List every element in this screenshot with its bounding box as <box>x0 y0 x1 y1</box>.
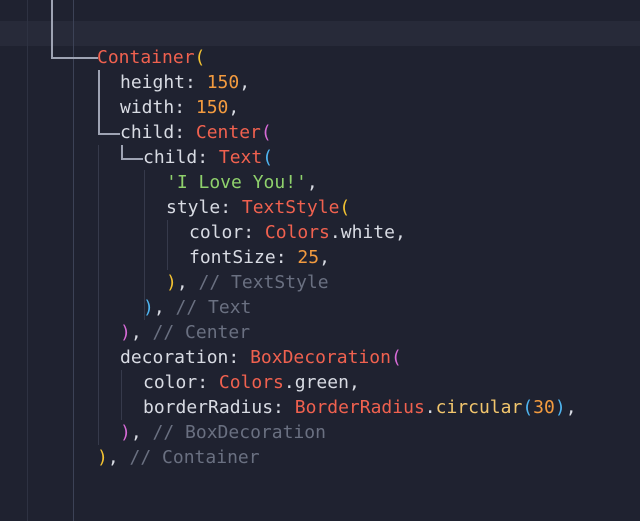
indent-guide <box>167 220 168 270</box>
code-editor[interactable]: Container( height: 150, width: 150, chil… <box>0 0 640 521</box>
indent-guide <box>27 0 28 521</box>
code-line: ), // Container <box>97 447 260 468</box>
code-line: ), // TextStyle <box>166 272 329 293</box>
indent-guide <box>73 0 74 521</box>
code-line: style: TextStyle( <box>166 197 351 218</box>
code-line: 'I Love You!', <box>166 172 318 193</box>
indent-guide <box>98 145 99 445</box>
code-line: ), // BoxDecoration <box>120 422 326 443</box>
code-line: ), // Text <box>143 297 252 318</box>
code-line: color: Colors.green, <box>143 372 360 393</box>
code-line: ), // Center <box>120 322 251 343</box>
code-line: fontSize: 25, <box>189 247 330 268</box>
code-line: decoration: BoxDecoration( <box>120 347 402 368</box>
indent-guide <box>121 370 122 420</box>
code-line: child: Center( <box>120 122 272 143</box>
code-line: borderRadius: BorderRadius.circular(30), <box>143 397 577 418</box>
code-line: Container( <box>97 47 206 68</box>
code-line: width: 150, <box>120 97 240 118</box>
tree-connector <box>51 0 98 59</box>
code-line: color: Colors.white, <box>189 222 406 243</box>
tree-connector <box>121 145 143 160</box>
code-line: child: Text( <box>143 147 274 168</box>
code-line: height: 150, <box>120 72 251 93</box>
tree-connector <box>98 70 120 135</box>
